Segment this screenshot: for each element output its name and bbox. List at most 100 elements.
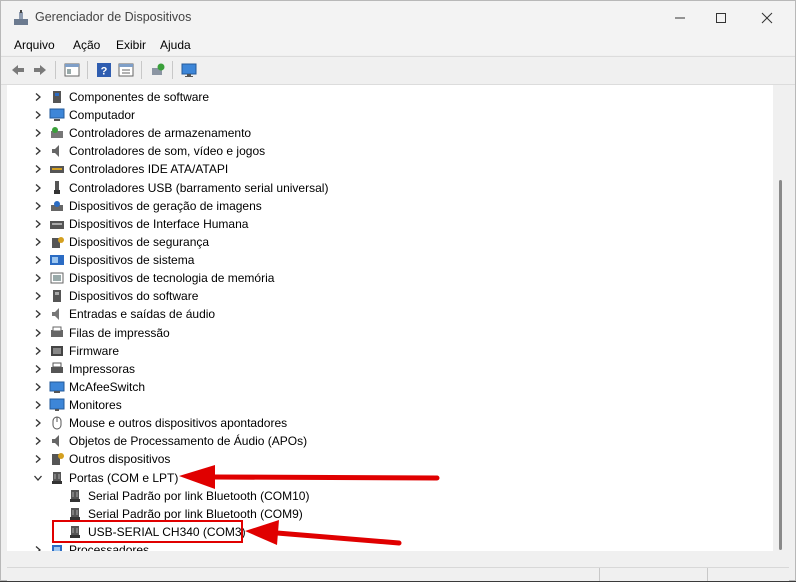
chevron-right-icon[interactable] bbox=[33, 182, 43, 194]
vertical-scrollbar[interactable] bbox=[773, 85, 789, 551]
tree-item-label: Impressoras bbox=[69, 361, 136, 376]
chevron-right-icon[interactable] bbox=[33, 109, 43, 121]
port-icon bbox=[70, 489, 80, 502]
tree-category[interactable]: Controladores IDE ATA/ATAPI bbox=[7, 160, 767, 178]
chevron-right-icon[interactable] bbox=[33, 435, 43, 447]
tree-category[interactable]: Controladores USB (barramento serial uni… bbox=[7, 179, 767, 197]
chevron-right-icon[interactable] bbox=[33, 272, 43, 284]
chevron-right-icon[interactable] bbox=[33, 254, 43, 266]
tree-item-label: Objetos de Processamento de Áudio (APOs) bbox=[69, 434, 308, 449]
horizontal-scrollbar[interactable] bbox=[7, 551, 789, 567]
tree-category[interactable]: Controladores de armazenamento bbox=[7, 124, 767, 142]
tree-item-label: Entradas e saídas de áudio bbox=[69, 307, 216, 322]
hid-icon bbox=[50, 220, 64, 229]
software-component-icon bbox=[53, 91, 61, 103]
monitor-icon bbox=[49, 398, 65, 412]
tree-category[interactable]: Impressoras bbox=[7, 360, 767, 378]
forward-arrow-icon[interactable] bbox=[32, 62, 48, 78]
back-arrow-icon[interactable] bbox=[10, 62, 26, 78]
close-button[interactable] bbox=[744, 1, 790, 35]
chevron-down-icon[interactable] bbox=[33, 472, 43, 484]
tree-category[interactable]: Filas de impressão bbox=[7, 324, 767, 342]
menu-arquivo[interactable]: Arquivo bbox=[14, 38, 55, 52]
chevron-right-icon[interactable] bbox=[33, 200, 43, 212]
chevron-right-icon[interactable] bbox=[33, 544, 43, 551]
chevron-right-icon[interactable] bbox=[33, 417, 43, 429]
tree-category[interactable]: Dispositivos de sistema bbox=[7, 251, 767, 269]
window-title: Gerenciador de Dispositivos bbox=[35, 10, 192, 24]
toolbar-separator bbox=[87, 61, 88, 79]
minimize-button[interactable] bbox=[657, 1, 703, 35]
properties-pane-icon[interactable] bbox=[64, 62, 80, 78]
title-bar[interactable]: Gerenciador de Dispositivos bbox=[1, 1, 795, 35]
chevron-right-icon[interactable] bbox=[33, 308, 43, 320]
help-icon[interactable]: ? bbox=[96, 62, 112, 78]
tree-category[interactable]: McAfeeSwitch bbox=[7, 378, 767, 396]
chevron-right-icon[interactable] bbox=[33, 236, 43, 248]
chevron-right-icon[interactable] bbox=[33, 290, 43, 302]
security-device-icon bbox=[52, 236, 64, 248]
tree-category[interactable]: Dispositivos de geração de imagens bbox=[7, 197, 767, 215]
device-tree[interactable]: Componentes de software Computador Control… bbox=[7, 85, 773, 551]
tree-category[interactable]: Objetos de Processamento de Áudio (APOs) bbox=[7, 432, 767, 450]
audio-io-icon bbox=[52, 308, 59, 321]
chevron-right-icon[interactable] bbox=[33, 345, 43, 357]
menu-ajuda[interactable]: Ajuda bbox=[160, 38, 191, 52]
tree-category[interactable]: Dispositivos do software bbox=[7, 287, 767, 305]
processor-icon bbox=[52, 545, 62, 551]
tree-item-label: Controladores de armazenamento bbox=[69, 126, 252, 141]
tree-category[interactable]: Firmware bbox=[7, 342, 767, 360]
tree-item-label: Controladores de som, vídeo e jogos bbox=[69, 144, 266, 159]
port-icon bbox=[52, 471, 62, 484]
chevron-right-icon[interactable] bbox=[33, 218, 43, 230]
speaker-icon bbox=[52, 435, 59, 448]
tree-item-label: Filas de impressão bbox=[69, 325, 170, 340]
chevron-right-icon[interactable] bbox=[33, 127, 43, 139]
details-pane-icon[interactable] bbox=[118, 62, 134, 78]
status-divider bbox=[599, 568, 600, 581]
speaker-icon bbox=[52, 145, 59, 158]
menu-bar: Arquivo Ação Exibir Ajuda bbox=[1, 35, 795, 55]
toolbar-separator bbox=[172, 61, 173, 79]
tree-category[interactable]: Dispositivos de tecnologia de memória bbox=[7, 269, 767, 287]
system-device-icon bbox=[50, 255, 64, 266]
toolbar-separator bbox=[55, 61, 56, 79]
ide-controller-icon bbox=[50, 166, 64, 174]
status-bar bbox=[7, 567, 789, 581]
chevron-right-icon[interactable] bbox=[33, 145, 43, 157]
tree-child-item[interactable]: Serial Padrão por link Bluetooth (COM10) bbox=[7, 487, 767, 505]
monitor-icon[interactable] bbox=[181, 62, 197, 78]
tree-category[interactable]: Portas (COM e LPT) bbox=[7, 469, 767, 487]
tree-item-label: Monitores bbox=[69, 398, 122, 413]
printer-icon bbox=[51, 362, 63, 373]
tree-category[interactable]: Componentes de software bbox=[7, 88, 767, 106]
tree-item-label: Dispositivos do software bbox=[69, 289, 199, 304]
maximize-icon bbox=[716, 13, 726, 23]
scan-hardware-icon[interactable] bbox=[150, 62, 166, 78]
tree-item-label: Dispositivos de sistema bbox=[69, 253, 195, 268]
scrollbar-thumb[interactable] bbox=[779, 180, 782, 550]
chevron-right-icon[interactable] bbox=[33, 327, 43, 339]
chevron-right-icon[interactable] bbox=[33, 163, 43, 175]
tree-category[interactable]: Dispositivos de Interface Humana bbox=[7, 215, 767, 233]
chevron-right-icon[interactable] bbox=[33, 363, 43, 375]
tree-category[interactable]: Computador bbox=[7, 106, 767, 124]
unknown-device-icon bbox=[52, 453, 64, 466]
tree-item-label: Processadores bbox=[69, 543, 150, 551]
device-manager-app-icon bbox=[14, 10, 28, 25]
tree-category[interactable]: Outros dispositivos bbox=[7, 450, 767, 468]
tree-category[interactable]: Dispositivos de segurança bbox=[7, 233, 767, 251]
chevron-right-icon[interactable] bbox=[33, 91, 43, 103]
chevron-right-icon[interactable] bbox=[33, 453, 43, 465]
tree-category[interactable]: Mouse e outros dispositivos apontadores bbox=[7, 414, 767, 432]
imaging-device-icon bbox=[51, 200, 63, 211]
maximize-button[interactable] bbox=[698, 1, 744, 35]
tree-category[interactable]: Monitores bbox=[7, 396, 767, 414]
tree-category[interactable]: Controladores de som, vídeo e jogos bbox=[7, 142, 767, 160]
menu-acao[interactable]: Ação bbox=[73, 38, 100, 52]
chevron-right-icon[interactable] bbox=[33, 399, 43, 411]
chevron-right-icon[interactable] bbox=[33, 381, 43, 393]
close-icon bbox=[761, 12, 773, 24]
menu-exibir[interactable]: Exibir bbox=[116, 38, 146, 52]
tree-category[interactable]: Entradas e saídas de áudio bbox=[7, 305, 767, 323]
